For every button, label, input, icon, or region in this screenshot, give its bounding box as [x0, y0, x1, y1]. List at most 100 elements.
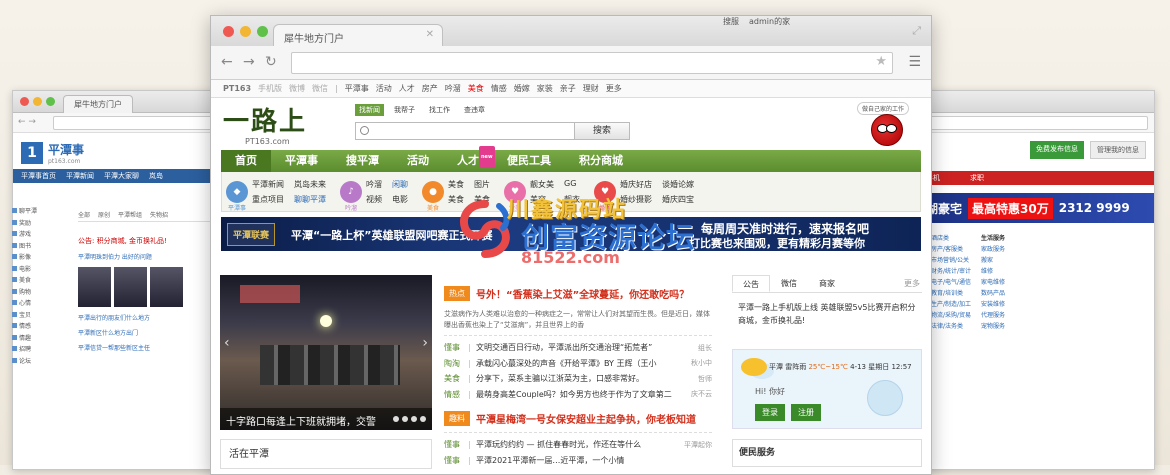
- photo-slider[interactable]: ‹ › 十字路口每逢上下班就拥堵，交警: [220, 275, 432, 430]
- news-row[interactable]: 陶淘 | 承载闪心蕞深处的声音《开给平潭》BY 王辉（王小 秋小中: [444, 356, 712, 372]
- topbar-link[interactable]: 家装: [537, 83, 553, 94]
- sidebar-item[interactable]: 图书: [12, 240, 64, 252]
- category-link[interactable]: 家政服务: [981, 244, 1005, 255]
- sidebar-item[interactable]: 购物: [12, 286, 64, 298]
- beauty-icon[interactable]: ♥ 爱美: [504, 180, 526, 212]
- post-link[interactable]: 平潭信贷一帮那些新区主任: [78, 343, 218, 352]
- category-link[interactable]: 市场营销/公关: [931, 255, 971, 266]
- category-link[interactable]: 生产/制造/加工: [931, 299, 971, 310]
- browser-tab[interactable]: 犀牛地方门户 ✕: [273, 24, 443, 46]
- register-button[interactable]: 注册: [791, 404, 821, 421]
- category-link[interactable]: 酒店类: [931, 233, 971, 244]
- thumbnail[interactable]: [114, 267, 147, 307]
- subnav-link[interactable]: 重点项目: [252, 194, 284, 205]
- search-button[interactable]: 搜索: [575, 122, 630, 140]
- category-link[interactable]: 物流/采购/贸易: [931, 310, 971, 321]
- sidebar-item[interactable]: 论坛: [12, 355, 64, 367]
- topbar-link[interactable]: 情感: [491, 83, 507, 94]
- site-code[interactable]: PT163: [223, 84, 251, 93]
- tab[interactable]: 失物招: [150, 210, 168, 219]
- fullscreen-icon[interactable]: ⤢: [912, 24, 921, 38]
- topbar-link-hot[interactable]: 美食: [468, 83, 484, 94]
- topbar-link[interactable]: 活动: [376, 83, 392, 94]
- sidebar-item[interactable]: 心情: [12, 297, 64, 309]
- post-link[interactable]: 平潭明珠到伯力 出好的问题: [78, 252, 218, 261]
- announcement[interactable]: 公告: 积分商城, 金币换礼品!: [78, 236, 218, 246]
- nav-item[interactable]: 活动: [393, 150, 443, 172]
- headline[interactable]: 趣料 平潭星梅湾一号女保安超业主起争执，你老板知道: [444, 408, 712, 428]
- category-link[interactable]: 财务/统计/审计: [931, 266, 971, 277]
- subnav-link[interactable]: 平潭新闻: [252, 179, 284, 190]
- site-logo[interactable]: 1 平潭事 pt163.com: [21, 141, 233, 165]
- topbar-link[interactable]: 房产: [422, 83, 438, 94]
- back-forward-icon[interactable]: ← →: [18, 117, 36, 127]
- subnav-link[interactable]: 婚庆好店: [620, 179, 652, 190]
- nav-home[interactable]: 首页: [221, 150, 271, 172]
- nav-item[interactable]: 平潭事: [271, 150, 332, 172]
- tab[interactable]: 平潭帮组: [118, 210, 142, 219]
- subnav-link[interactable]: 美容: [530, 194, 554, 205]
- news-row[interactable]: 懂事 | 文明交通百日行动，平潭派出所交通治理“拓荒者” 组长: [444, 340, 712, 356]
- notice-text[interactable]: 平潭一路上手机版上线 英雄联盟5v5比赛开启积分商城，金币换礼品!: [732, 293, 922, 349]
- subnav-link[interactable]: 婚纱摄影: [620, 194, 652, 205]
- maximize-dot[interactable]: [46, 97, 55, 106]
- thumbnail[interactable]: [150, 267, 183, 307]
- nav-item[interactable]: 岚岛: [149, 171, 163, 181]
- event-banner[interactable]: 平潭联赛 平潭“一路上杯”英雄联盟网吧赛正式开赛 每周周天准时进行，速来报名吧 …: [221, 217, 921, 251]
- nav-item[interactable]: 积分商城: [565, 150, 637, 172]
- topbar-link[interactable]: 更多: [606, 83, 622, 94]
- category-link[interactable]: 搬家: [981, 255, 1005, 266]
- news-row[interactable]: 懂事 | 平潭2021平潭新一届…近平潭，一个小情: [444, 453, 712, 469]
- food-icon[interactable]: ● 美食: [422, 180, 444, 212]
- nav-item[interactable]: 平潭大家聊: [104, 171, 139, 181]
- headline[interactable]: 热点 号外！“香蕉染上艾滋”全球蔓延，你还敢吃吗？: [444, 283, 712, 303]
- subnav-link[interactable]: 聊聊平潭: [294, 194, 326, 205]
- sidebar-item[interactable]: 影像: [12, 251, 64, 263]
- close-dot[interactable]: [223, 26, 234, 37]
- slider-dot[interactable]: [402, 416, 408, 422]
- tab[interactable]: 原创: [98, 210, 110, 219]
- category-link[interactable]: 家电维修: [981, 277, 1005, 288]
- search-tab[interactable]: 找新闻: [355, 104, 384, 116]
- post-link[interactable]: 平潭新区什么地方出门: [78, 328, 218, 337]
- forward-arrow-icon[interactable]: →: [243, 54, 255, 70]
- bookmark-star-icon[interactable]: ★: [875, 54, 887, 69]
- site-logo[interactable]: 一路上 PT163.com: [223, 108, 333, 146]
- sidebar-item[interactable]: 情感: [12, 320, 64, 332]
- subnav-link[interactable]: 美食: [474, 194, 490, 205]
- topbar-link[interactable]: 平潭事: [345, 83, 369, 94]
- news-row[interactable]: 情感 | 最萌身高差Couple吗？如今男方也终于作为了文章第二。 庆不云: [444, 387, 712, 403]
- maximize-dot[interactable]: [257, 26, 268, 37]
- slider-dot[interactable]: [420, 416, 426, 422]
- avatar[interactable]: [867, 380, 903, 416]
- sidebar-item[interactable]: 美食: [12, 274, 64, 286]
- search-tab[interactable]: 找工作: [425, 104, 454, 116]
- login-button[interactable]: 登录: [755, 404, 785, 421]
- sidebar-item[interactable]: 情趣: [12, 332, 64, 344]
- tab[interactable]: 全部: [78, 210, 90, 219]
- service-section-title[interactable]: 便民服务: [732, 439, 922, 467]
- slider-dot[interactable]: [411, 416, 417, 422]
- subnav-link[interactable]: 婚庆四宝: [662, 194, 694, 205]
- close-dot[interactable]: [20, 97, 29, 106]
- minimize-dot[interactable]: [33, 97, 42, 106]
- slider-dot[interactable]: [393, 416, 399, 422]
- subnav-link[interactable]: GG: [564, 179, 580, 190]
- manage-info-button[interactable]: 管理我的信息: [1090, 141, 1146, 159]
- subnav-link[interactable]: 电影: [392, 194, 408, 205]
- subnav-link[interactable]: 谈婚论嫁: [662, 179, 694, 190]
- url-input[interactable]: [291, 52, 893, 74]
- subnav-link[interactable]: 图片: [474, 179, 490, 190]
- topbar-link[interactable]: 人才: [399, 83, 415, 94]
- ad-banner[interactable]: 湖豪宅 最高特惠30万 2312 9999: [906, 193, 1154, 223]
- subnav-link[interactable]: 靓衣: [564, 194, 580, 205]
- back-arrow-icon[interactable]: ←: [221, 54, 233, 70]
- sidebar-item[interactable]: 招聘: [12, 343, 64, 355]
- tab-notice[interactable]: 公告: [732, 275, 770, 292]
- post-info-button[interactable]: 免费发布信息: [1030, 141, 1084, 159]
- topbar-link[interactable]: 微信: [312, 83, 328, 94]
- subnav-link[interactable]: 吟溜: [366, 179, 382, 190]
- topbar-link[interactable]: 手机版: [258, 83, 282, 94]
- category-link[interactable]: 教育/培训类: [931, 288, 971, 299]
- sidebar-item[interactable]: 奖励: [12, 217, 64, 229]
